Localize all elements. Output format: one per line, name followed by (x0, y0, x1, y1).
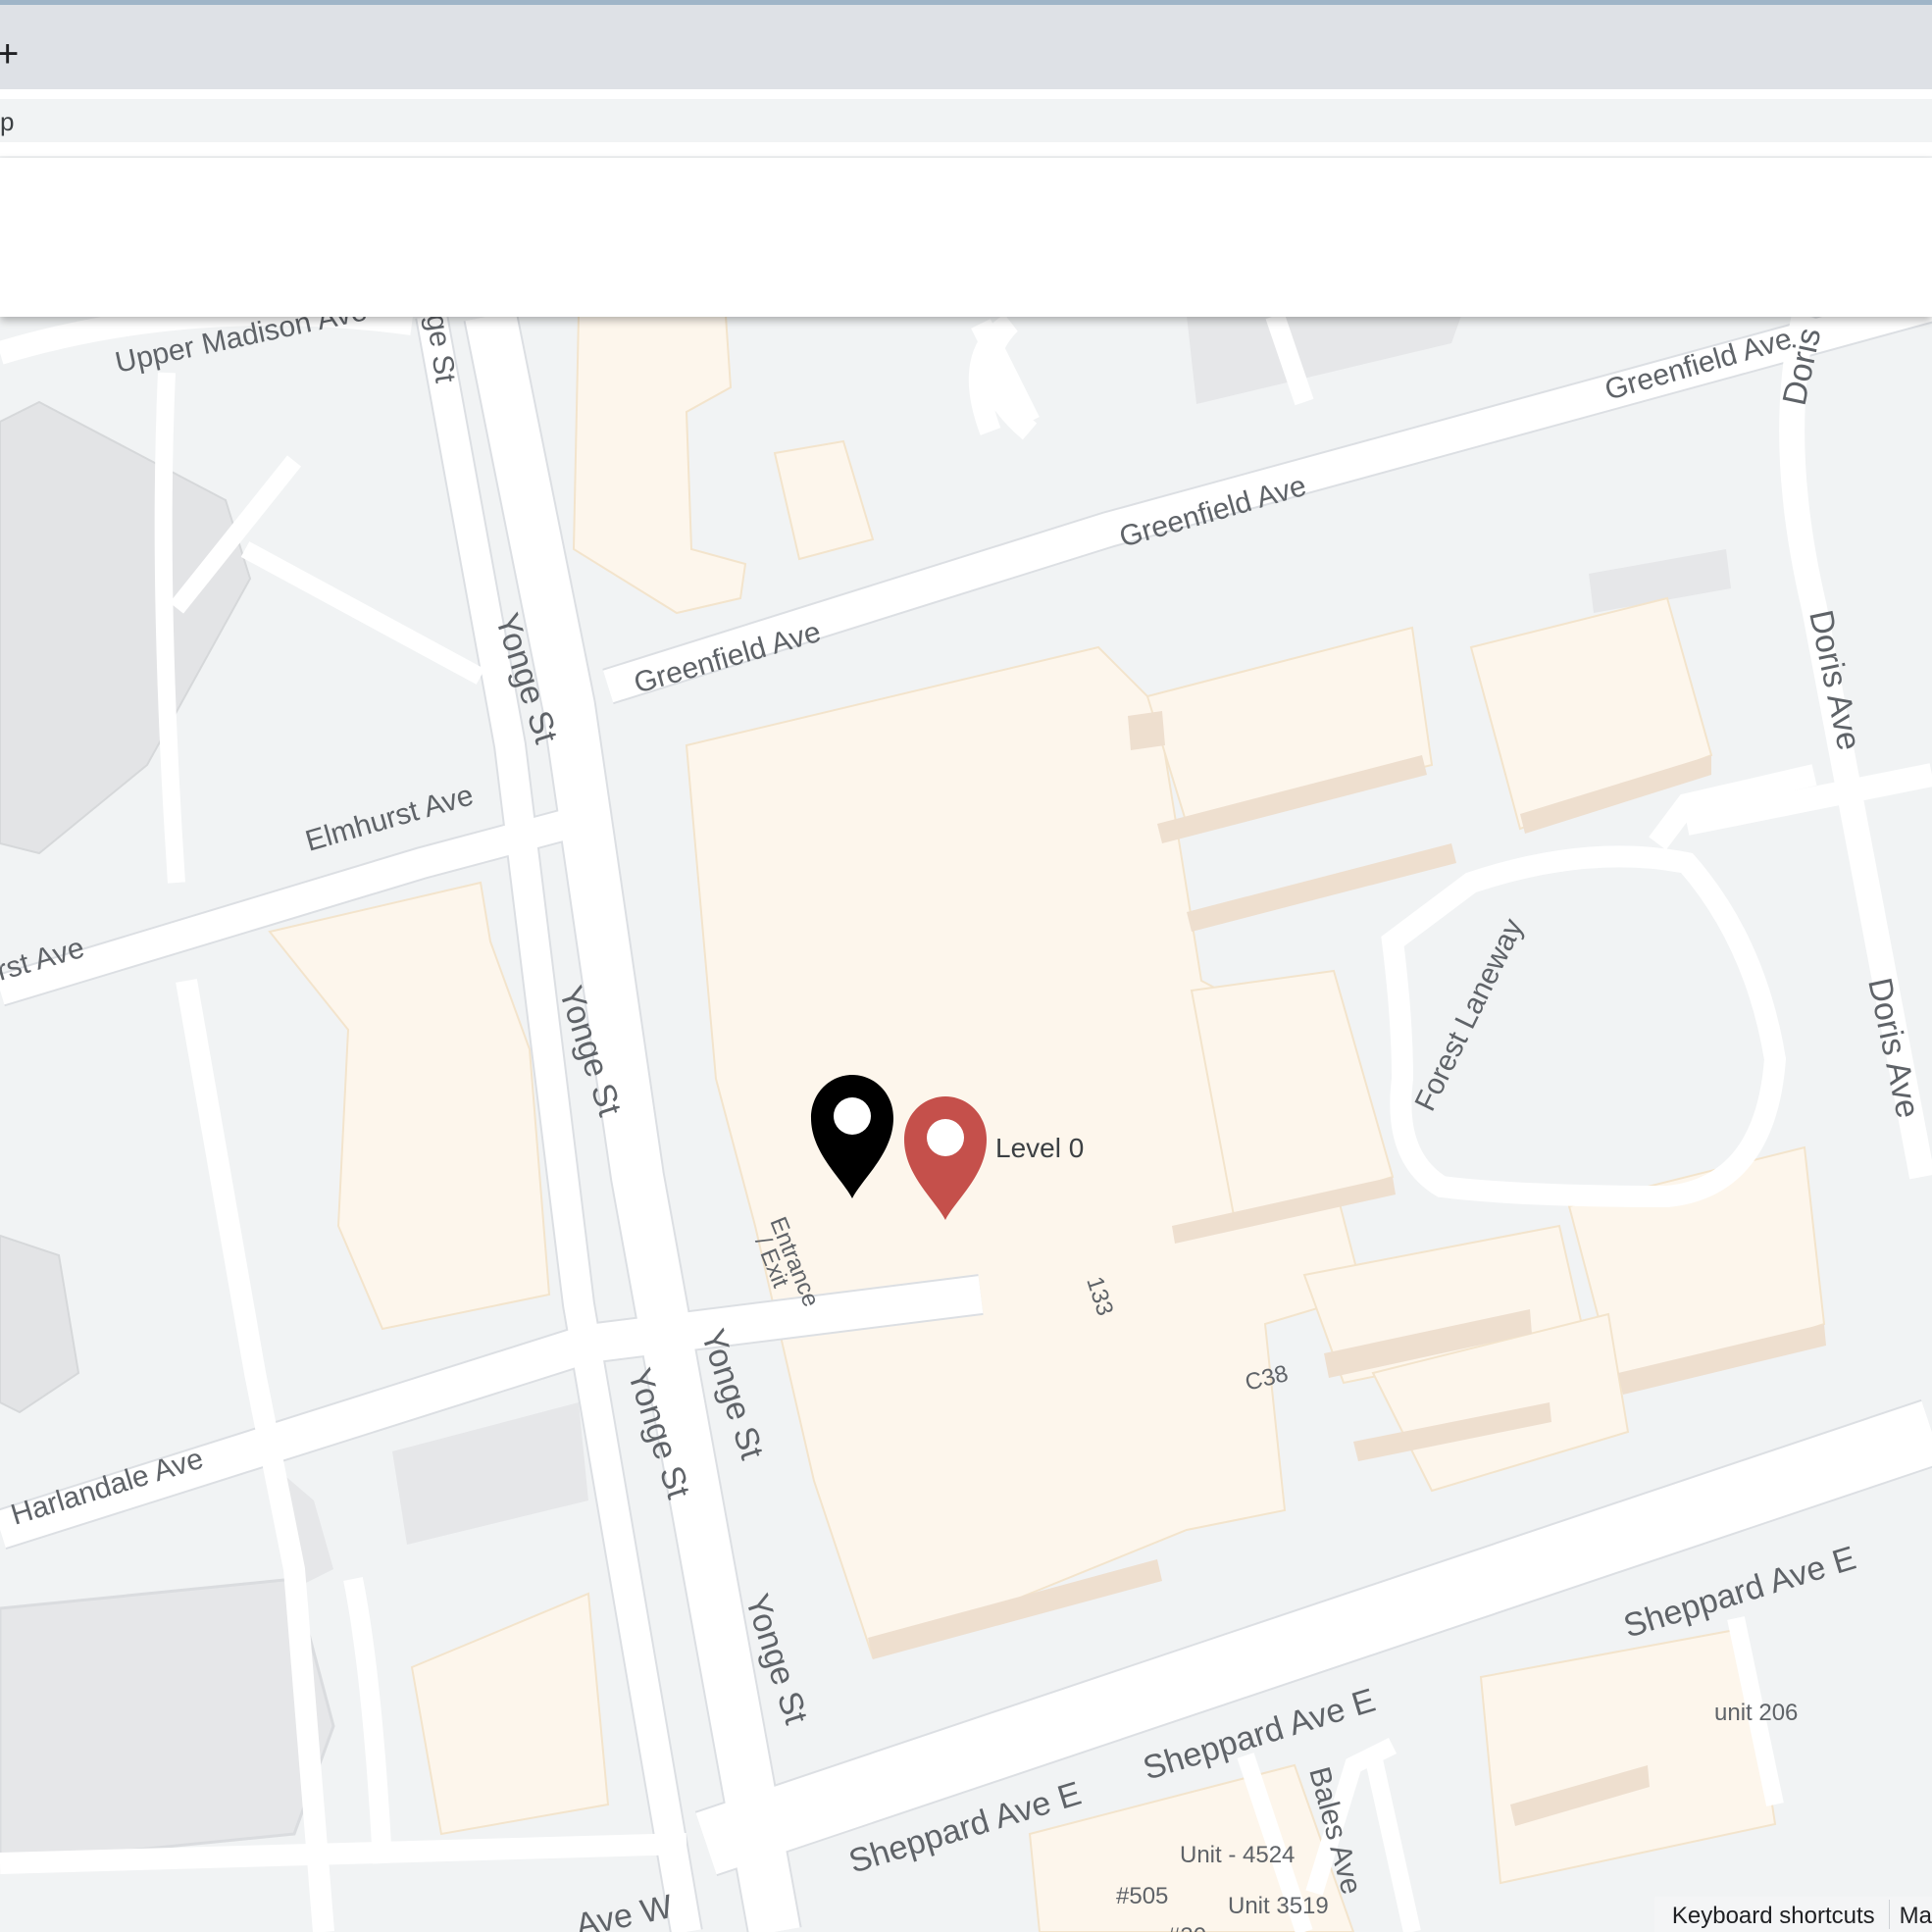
unit-label-3519: Unit 3519 (1228, 1893, 1329, 1919)
new-tab-button[interactable]: + (0, 34, 19, 74)
street-label-sheppard-w-partial: Ave W (573, 1888, 676, 1932)
url-field[interactable]: p (0, 99, 1932, 142)
unit-label-206: unit 206 (1714, 1700, 1798, 1726)
marker-level-label: Level 0 (995, 1133, 1084, 1163)
unit-label-partial: #30 (1167, 1923, 1206, 1932)
keyboard-shortcuts-link[interactable]: Keyboard shortcuts (1654, 1897, 1889, 1932)
street-label-forest-laneway: Forest Laneway (1409, 914, 1530, 1116)
map-footer: Keyboard shortcuts Ma (1653, 1897, 1932, 1932)
map-canvas: Upper Madison Ave ge St Yonge St Yonge S… (0, 316, 1932, 1932)
header-panel (0, 158, 1932, 317)
address-bar: p (0, 89, 1932, 156)
map-data-link[interactable]: Ma (1890, 1897, 1932, 1932)
map-view[interactable]: Upper Madison Ave ge St Yonge St Yonge S… (0, 316, 1932, 1932)
unit-label-4524: Unit - 4524 (1180, 1842, 1295, 1868)
url-text: p (0, 107, 15, 136)
street-label-doris-2: Doris Ave (1860, 975, 1926, 1122)
unit-label-505: #505 (1116, 1883, 1168, 1909)
tab-strip: + (0, 5, 1932, 89)
street-label-doris-1: Doris Ave (1802, 607, 1867, 754)
